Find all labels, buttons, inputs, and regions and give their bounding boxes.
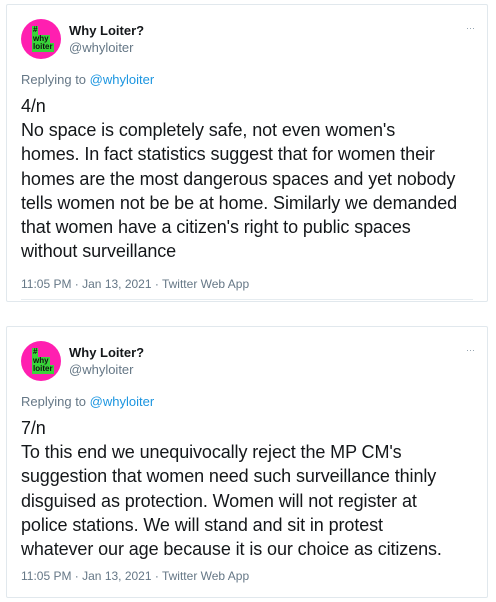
more-options-icon[interactable]: ···: [466, 345, 475, 355]
why-loiter-logo-icon: # why loiter: [32, 347, 54, 374]
replying-to-handle-link[interactable]: @whyloiter: [90, 72, 155, 87]
tweet-text: 4/n No space is completely safe, not eve…: [21, 96, 458, 262]
replying-to-handle-link[interactable]: @whyloiter: [90, 394, 155, 409]
why-loiter-logo-icon: # why loiter: [32, 25, 54, 52]
display-name[interactable]: Why Loiter?: [69, 23, 144, 39]
tweet-text: 7/n To this end we unequivocally reject …: [21, 418, 442, 560]
tweet-card: # why loiter Why Loiter? @whyloiter ··· …: [6, 4, 488, 302]
logo-line: loiter: [32, 42, 54, 52]
avatar[interactable]: # why loiter: [21, 19, 61, 59]
replying-to-label: Replying to: [21, 394, 90, 409]
replying-to-label: Replying to: [21, 72, 90, 87]
replying-to: Replying to @whyloiter: [21, 394, 154, 410]
divider: [21, 299, 473, 300]
user-handle[interactable]: @whyloiter: [69, 362, 134, 378]
user-handle[interactable]: @whyloiter: [69, 40, 134, 56]
tweet-timestamp[interactable]: 11:05 PM · Jan 13, 2021 · Twitter Web Ap…: [21, 568, 249, 584]
avatar[interactable]: # why loiter: [21, 341, 61, 381]
tweet-card: # why loiter Why Loiter? @whyloiter ··· …: [6, 326, 488, 598]
replying-to: Replying to @whyloiter: [21, 72, 154, 88]
logo-line: loiter: [32, 364, 54, 374]
display-name[interactable]: Why Loiter?: [69, 345, 144, 361]
more-options-icon[interactable]: ···: [466, 23, 475, 33]
tweet-timestamp[interactable]: 11:05 PM · Jan 13, 2021 · Twitter Web Ap…: [21, 276, 249, 292]
